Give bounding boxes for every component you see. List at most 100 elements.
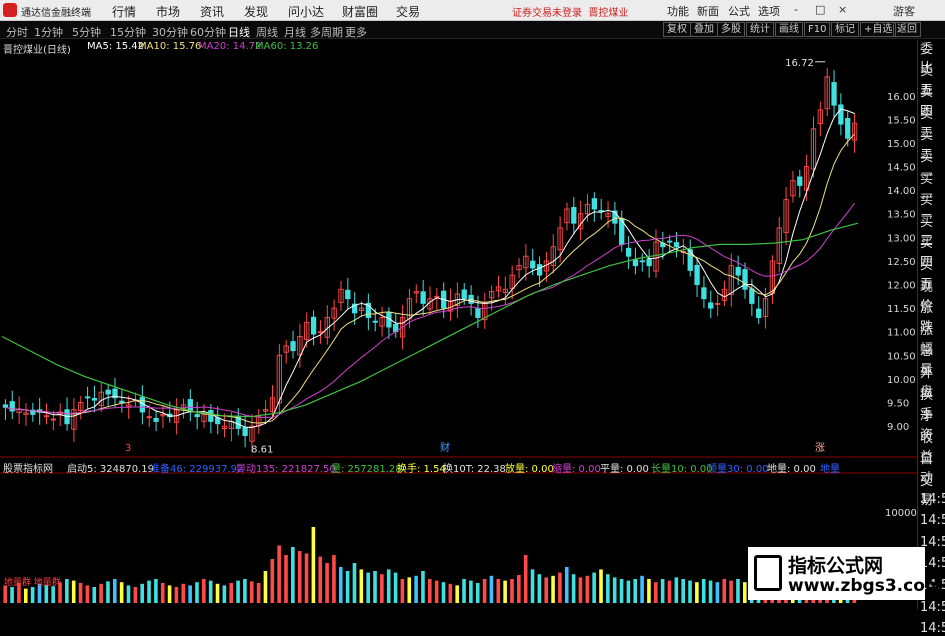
candle-down (838, 104, 844, 125)
back-button[interactable]: 返回 (893, 22, 921, 37)
tab-60min[interactable]: 60分钟 (190, 24, 226, 40)
volume-bar (530, 569, 535, 603)
tab-multi-period[interactable]: 多周期 (310, 24, 343, 40)
volume-bar (414, 575, 418, 603)
candle-down (208, 410, 214, 422)
tab-1min[interactable]: 1分钟 (34, 24, 63, 40)
volume-bar (599, 569, 603, 603)
price-axis-label: 13.00 (887, 233, 916, 244)
vol-indicator-11: 顶量30: 0.00 (707, 464, 769, 475)
f10-button[interactable]: F10 (804, 22, 831, 37)
volume-bar (469, 580, 473, 603)
vol-indicator-10: 长量10: 0.00 (651, 464, 713, 475)
overlay-button[interactable]: 叠加 (690, 22, 718, 37)
volume-bar (510, 579, 514, 603)
tab-monthly[interactable]: 月线 (284, 24, 306, 40)
candle-down (461, 289, 467, 300)
menu-trade[interactable]: 交易 (396, 3, 420, 20)
add-watchlist-button[interactable]: +自选 (860, 22, 897, 37)
volume-bar (188, 585, 192, 603)
volume-bar (99, 583, 103, 603)
minimize-button[interactable]: - (794, 3, 798, 16)
close-button[interactable]: × (838, 3, 847, 16)
multi-stock-button[interactable]: 多股 (717, 22, 745, 37)
volume-bar (51, 586, 55, 603)
candle-down (845, 118, 851, 139)
volume-bar (667, 580, 672, 603)
quote-field-label: 14:5 (920, 513, 945, 529)
high-price-annotation: 16.72 (785, 58, 814, 69)
volume-bar (71, 580, 76, 603)
volume-bar (373, 571, 377, 603)
watermark: 指标公式网 www.zbgs3.com (748, 547, 943, 600)
volume-bar (126, 585, 131, 603)
quote-field-label: 14:5 (920, 621, 945, 636)
kline-chart[interactable]: 16.00 15.50 15.00 14.50 14.00 13.50 13.00 12.50… (0, 40, 917, 609)
volume-bar (592, 572, 596, 603)
volume-bar (222, 585, 227, 603)
menu-new-page[interactable]: 新面 (697, 3, 719, 19)
volume-bar (44, 585, 49, 603)
price-axis-label: 9.50 (887, 399, 909, 410)
candle-down (290, 341, 296, 352)
menu-options[interactable]: 选项 (758, 3, 780, 19)
menu-market[interactable]: 市场 (156, 3, 180, 20)
volume-bar (708, 580, 713, 603)
mark-button[interactable]: 标记 (831, 22, 859, 37)
event-marker: 涨 (815, 442, 825, 454)
tab-weekly[interactable]: 周线 (256, 24, 278, 40)
volume-bar (174, 587, 179, 603)
statistics-button[interactable]: 统计 (746, 22, 774, 37)
volume-bar (647, 579, 651, 603)
volume-bar (701, 579, 706, 603)
menu-formula[interactable]: 公式 (728, 3, 750, 19)
tab-30min[interactable]: 30分钟 (152, 24, 188, 40)
volume-bar (544, 577, 549, 603)
quote-field-label: 14:5 (920, 491, 945, 507)
restore-rights-button[interactable]: 复权 (663, 22, 691, 37)
volume-bar (729, 580, 733, 603)
tab-5min[interactable]: 5分钟 (72, 24, 101, 40)
menu-ask[interactable]: 问小达 (288, 3, 324, 20)
maximize-button[interactable]: □ (815, 3, 825, 16)
volume-bar (318, 556, 323, 603)
vol-indicator-13: 地量 (820, 464, 840, 475)
menu-wealth[interactable]: 财富圈 (342, 3, 378, 20)
menu-quotes[interactable]: 行情 (112, 3, 136, 20)
menu-function[interactable]: 功能 (667, 3, 689, 19)
volume-bar (571, 574, 576, 603)
volume-bar (564, 567, 569, 603)
volume-bar (489, 575, 494, 603)
volume-bar (291, 547, 295, 603)
volume-bar (407, 577, 412, 603)
volume-bar (10, 587, 14, 603)
low-price-annotation: 8.61 (251, 445, 273, 456)
login-notice[interactable]: 证券交易未登录 晋控煤业 (512, 4, 628, 19)
guest-label[interactable]: 游客 (893, 3, 915, 19)
vol-indicator-9: 平量: 0.00 (600, 464, 649, 475)
volume-bar (688, 580, 692, 603)
tab-more[interactable]: 更多 (345, 24, 367, 40)
volume-bar (78, 583, 83, 603)
volume-bar (503, 580, 507, 603)
tab-15min[interactable]: 15分钟 (110, 24, 146, 40)
vol-indicator-8: 缩量: 0.00 (552, 464, 601, 475)
price-axis-label: 14.00 (887, 186, 916, 197)
candle-down (591, 198, 598, 210)
watermark-title: 指标公式网 (788, 555, 884, 577)
vol-indicator-4: 量: 257281.28 (331, 464, 402, 475)
tab-intraday[interactable]: 分时 (6, 24, 28, 40)
volume-bar (270, 559, 275, 603)
tab-daily[interactable]: 日线 (228, 24, 250, 40)
ma10-line (5, 133, 855, 424)
candle-down (420, 291, 426, 304)
volume-bar (640, 575, 644, 603)
draw-line-button[interactable]: 画线 (775, 22, 803, 37)
menu-discover[interactable]: 发现 (244, 3, 268, 20)
volume-bar (612, 577, 617, 603)
menu-news[interactable]: 资讯 (200, 3, 224, 20)
price-axis-label: 14.50 (887, 163, 916, 174)
right-quote-panel: 委比 卖五 卖四 卖三 卖二 卖一 买一 买二 买三 买四 买五 现价 涨跌 涨幅 总量 外盘 换手 净资 收益 自动… (917, 40, 945, 636)
volume-bar (585, 575, 590, 603)
candle-down (632, 259, 639, 267)
